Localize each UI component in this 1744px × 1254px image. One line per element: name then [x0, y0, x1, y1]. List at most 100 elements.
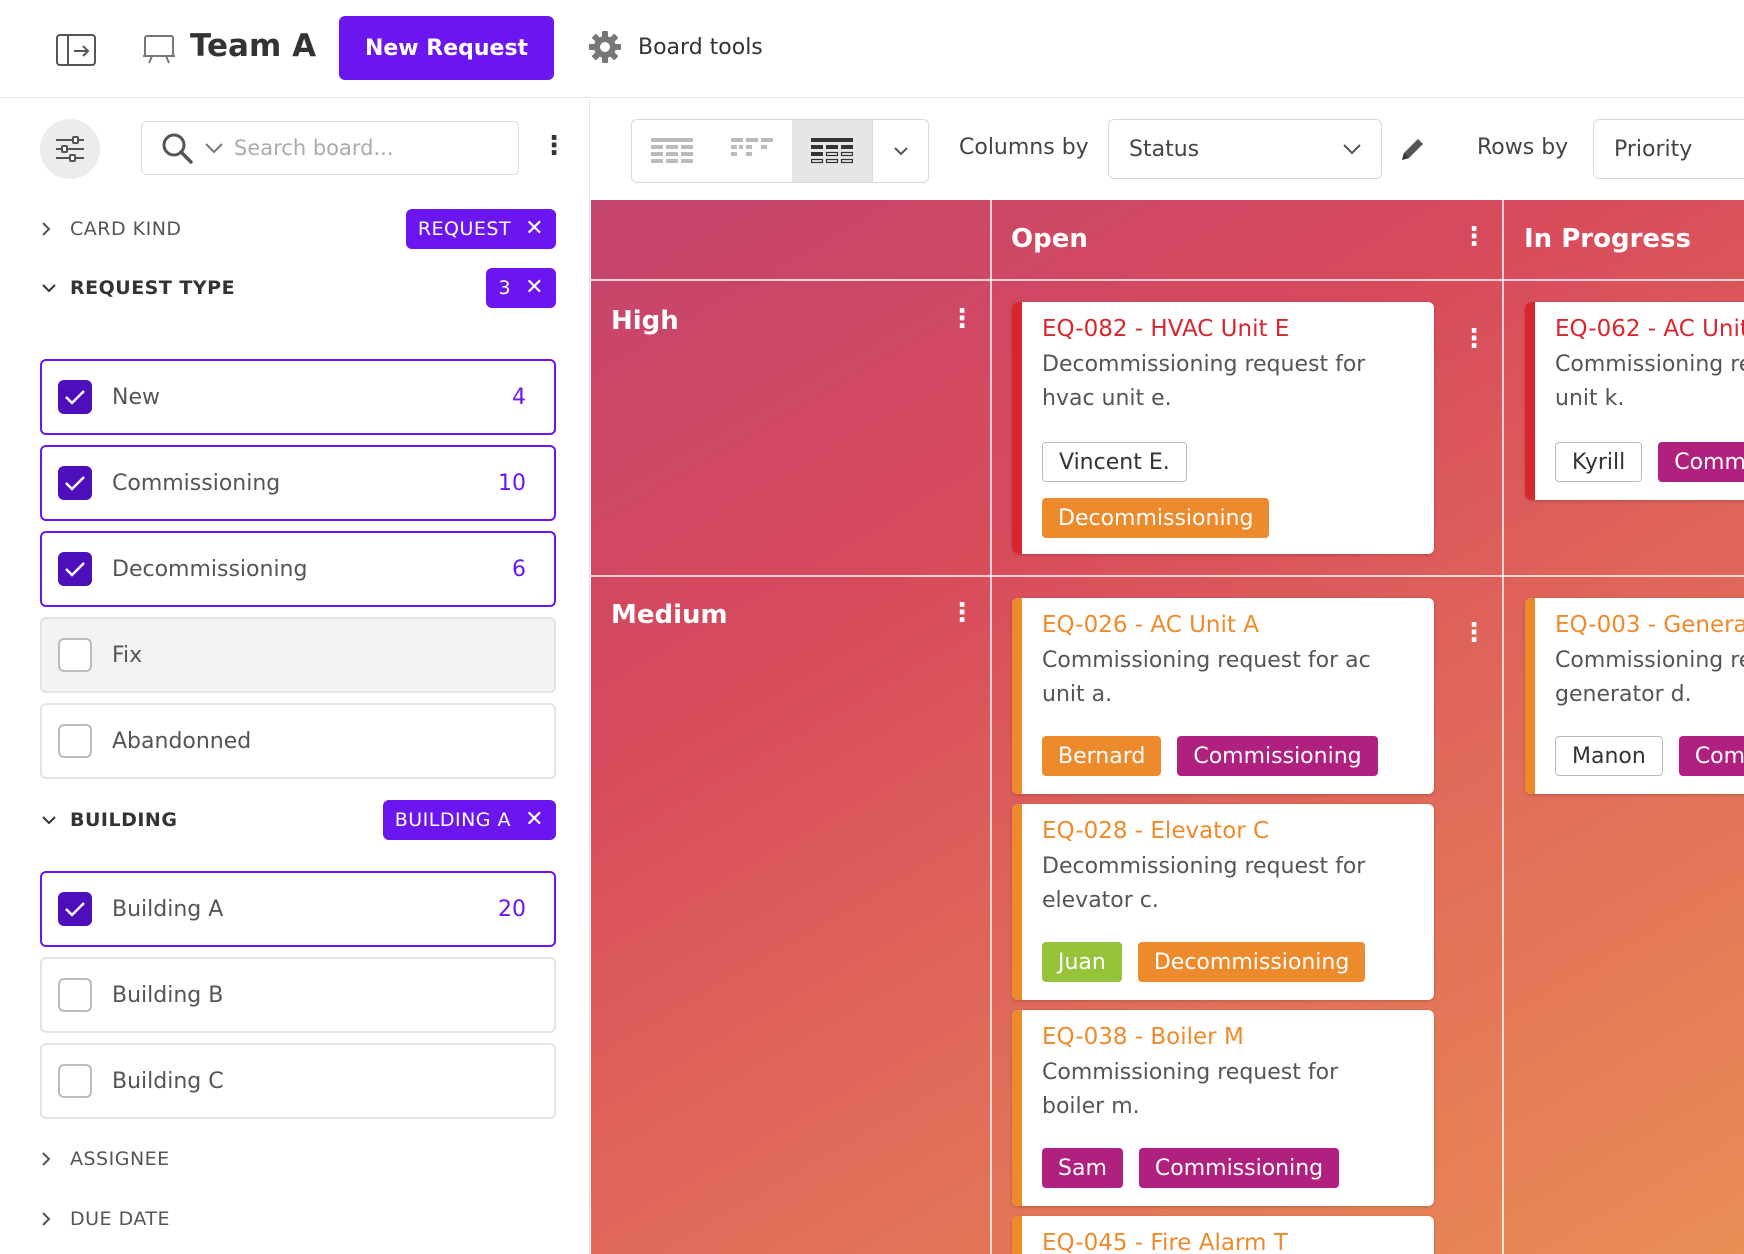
table-view-icon [651, 138, 693, 163]
option-count: 4 [512, 384, 526, 410]
row-more-icon[interactable]: ⋮ [949, 306, 975, 332]
request-type-chip[interactable]: 3 ✕ [486, 268, 556, 308]
checkbox[interactable] [58, 638, 92, 672]
board-title: Team A [190, 28, 317, 64]
card-title[interactable]: EQ-028 - Elevator C [1042, 818, 1269, 844]
card-tags: Vincent E. [1042, 442, 1187, 482]
chevron-right-icon [42, 1152, 51, 1166]
chevron-down-icon[interactable] [204, 141, 224, 155]
row-more-icon[interactable]: ⋮ [949, 600, 975, 626]
checkbox[interactable] [58, 466, 92, 500]
checkbox[interactable] [58, 724, 92, 758]
section-card-kind[interactable]: CARD KIND REQUEST ✕ [40, 209, 556, 249]
card-title[interactable]: EQ-062 - AC Unit K [1555, 316, 1744, 342]
assignee-tag[interactable]: Sam [1042, 1148, 1123, 1188]
view-grid-button[interactable] [792, 120, 872, 182]
rows-by-label: Rows by [1477, 135, 1569, 160]
gear-icon [589, 31, 621, 63]
checkbox[interactable] [58, 552, 92, 586]
card-eq-003[interactable]: EQ-003 - Generator D Commissioning reque… [1525, 598, 1744, 794]
view-table-button[interactable] [632, 120, 712, 182]
card-title[interactable]: EQ-082 - HVAC Unit E [1042, 316, 1289, 342]
close-icon[interactable]: ✕ [525, 277, 544, 299]
card-eq-062[interactable]: EQ-062 - AC Unit K Commissioning request… [1525, 302, 1744, 500]
sliders-icon [56, 136, 84, 162]
card-description: Commissioning request for boiler m. [1042, 1060, 1339, 1119]
new-request-button[interactable]: New Request [339, 16, 554, 80]
row-divider [591, 279, 1744, 281]
section-label: CARD KIND [70, 218, 182, 240]
option-label: New [112, 384, 160, 410]
view-switcher [631, 119, 929, 183]
section-building[interactable]: BUILDING BUILDING A ✕ [40, 800, 556, 840]
building-chip[interactable]: BUILDING A ✕ [382, 800, 556, 840]
sidebar-more-icon[interactable]: ⋮ [541, 133, 567, 159]
type-tag[interactable]: Decommissioning [1042, 498, 1270, 538]
chevron-down-icon [1343, 144, 1361, 155]
card-eq-026[interactable]: EQ-026 - AC Unit A Commissioning request… [1012, 598, 1434, 794]
type-tag[interactable]: Commissioning [1177, 736, 1378, 776]
checkbox[interactable] [58, 380, 92, 414]
card-title[interactable]: EQ-045 - Fire Alarm T [1042, 1230, 1288, 1254]
checkbox[interactable] [58, 978, 92, 1012]
close-icon[interactable]: ✕ [525, 809, 544, 831]
board-view-icon [731, 138, 773, 156]
card-more-icon[interactable]: ⋮ [1461, 620, 1487, 646]
option-commissioning[interactable]: Commissioning 10 [40, 445, 556, 521]
card-more-icon[interactable]: ⋮ [1461, 326, 1487, 352]
assignee-tag[interactable]: Vincent E. [1042, 442, 1187, 482]
assignee-tag[interactable]: Manon [1555, 736, 1663, 776]
option-building-c[interactable]: Building C [40, 1043, 556, 1119]
card-description: Commissioning request for ac unit a. [1042, 648, 1371, 707]
section-assignee[interactable]: ASSIGNEE [40, 1139, 556, 1179]
assignee-tag[interactable]: Kyrill [1555, 442, 1643, 482]
edit-pencil-icon[interactable] [1398, 134, 1428, 164]
checkbox[interactable] [58, 892, 92, 926]
check-icon [65, 476, 85, 491]
checkbox[interactable] [58, 1064, 92, 1098]
filter-settings-button[interactable] [40, 119, 100, 179]
section-due-date[interactable]: DUE DATE [40, 1199, 556, 1239]
assignee-tag[interactable]: Bernard [1042, 736, 1162, 776]
sidebar-toggle-icon[interactable] [56, 34, 96, 66]
card-eq-038[interactable]: EQ-038 - Boiler M Commissioning request … [1012, 1010, 1434, 1206]
option-label: Commissioning [112, 470, 281, 496]
type-tag[interactable]: Commissioning [1658, 442, 1744, 482]
chevron-down-icon [42, 284, 56, 293]
search-input[interactable] [234, 136, 464, 160]
option-new[interactable]: New 4 [40, 359, 556, 435]
card-title[interactable]: EQ-026 - AC Unit A [1042, 612, 1259, 638]
view-dropdown-button[interactable] [872, 120, 928, 182]
column-more-icon[interactable]: ⋮ [1461, 224, 1487, 250]
option-building-a[interactable]: Building A 20 [40, 871, 556, 947]
columns-by-label: Columns by [959, 135, 1089, 160]
rows-by-select[interactable]: Priority [1593, 119, 1744, 179]
type-tag[interactable]: Decommissioning [1137, 942, 1366, 982]
type-tag[interactable]: Commissioning [1678, 736, 1744, 776]
option-label: Building A [112, 896, 224, 922]
close-icon[interactable]: ✕ [525, 218, 544, 240]
option-fix[interactable]: Fix [40, 617, 556, 693]
column-header-in-progress: In Progress [1524, 224, 1691, 254]
rows-by-value: Priority [1614, 136, 1693, 162]
card-eq-082[interactable]: EQ-082 - HVAC Unit E Decommissioning req… [1012, 302, 1434, 554]
assignee-tag[interactable]: Juan [1042, 942, 1122, 982]
card-title[interactable]: EQ-038 - Boiler M [1042, 1024, 1244, 1050]
row-header-medium: Medium [611, 600, 728, 630]
option-label: Building B [112, 982, 224, 1008]
chevron-down-icon [42, 816, 56, 825]
option-abandonned[interactable]: Abandonned [40, 703, 556, 779]
type-tag[interactable]: Commissioning [1138, 1148, 1340, 1188]
card-eq-045[interactable]: EQ-045 - Fire Alarm T [1012, 1216, 1434, 1254]
option-building-b[interactable]: Building B [40, 957, 556, 1033]
section-request-type[interactable]: REQUEST TYPE 3 ✕ [40, 268, 556, 308]
search-box[interactable] [141, 121, 519, 175]
board-tools-button[interactable]: Board tools [588, 30, 763, 64]
check-icon [65, 562, 85, 577]
card-title[interactable]: EQ-003 - Generator D [1555, 612, 1744, 638]
option-decommissioning[interactable]: Decommissioning 6 [40, 531, 556, 607]
columns-by-select[interactable]: Status [1108, 119, 1382, 179]
view-board-button[interactable] [712, 120, 792, 182]
card-eq-028[interactable]: EQ-028 - Elevator C Decommissioning requ… [1012, 804, 1434, 1000]
card-kind-chip[interactable]: REQUEST ✕ [405, 209, 556, 249]
